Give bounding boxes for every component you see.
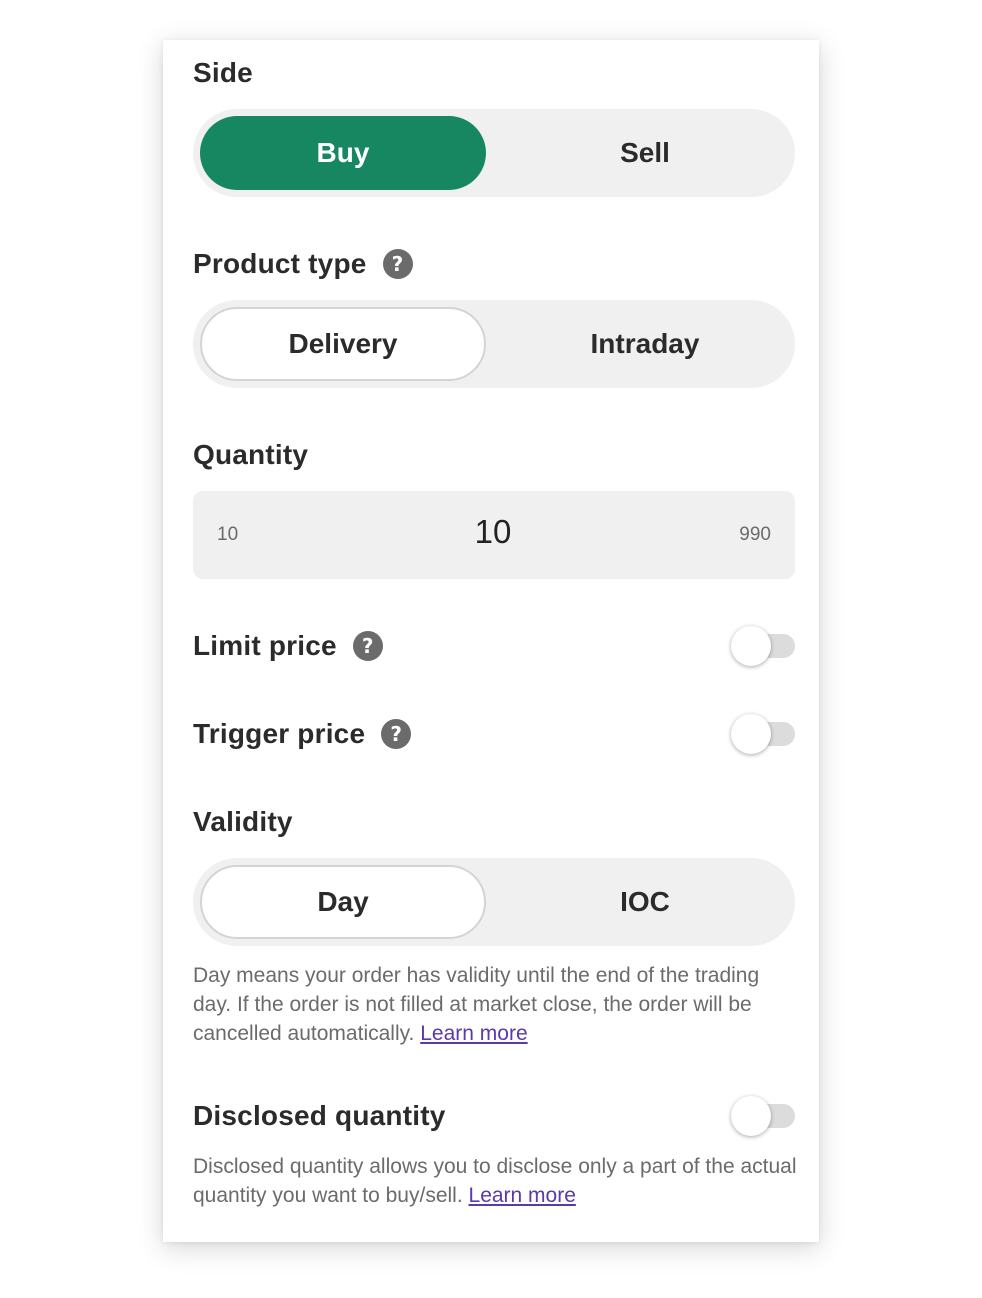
quantity-min: 10 (217, 524, 239, 545)
disclosed-quantity-description: Disclosed quantity allows you to disclos… (193, 1152, 803, 1210)
product-type-label: Product type (193, 248, 367, 279)
validity-title: Validity (193, 806, 293, 838)
validity-learn-more-link[interactable]: Learn more (420, 1022, 527, 1045)
toggle-knob (731, 1096, 771, 1136)
disclosed-quantity-toggle[interactable] (731, 1096, 795, 1136)
toggle-knob (731, 626, 771, 666)
disclosed-quantity-title: Disclosed quantity (193, 1100, 446, 1132)
quantity-max: 990 (739, 524, 771, 545)
disclosed-quantity-label: Disclosed quantity (193, 1100, 446, 1131)
question-circle-icon[interactable]: ? (352, 631, 383, 661)
disclosed-quantity-learn-more-link[interactable]: Learn more (469, 1184, 576, 1207)
question-circle-icon[interactable]: ? (382, 249, 413, 279)
limit-price-toggle[interactable] (731, 626, 795, 666)
side-selector: Buy Sell (193, 109, 795, 197)
trigger-price-label: Trigger price (193, 718, 366, 749)
validity-label: Validity (193, 806, 293, 837)
trigger-price-toggle[interactable] (731, 714, 795, 754)
buy-button[interactable]: Buy (200, 116, 486, 190)
product-type-selector: Delivery Intraday (193, 300, 795, 388)
quantity-label: Quantity (193, 439, 309, 470)
intraday-button[interactable]: Intraday (502, 307, 788, 381)
validity-selector: Day IOC (193, 858, 795, 946)
product-type-title: Product type ? (193, 248, 413, 280)
delivery-button[interactable]: Delivery (200, 307, 486, 381)
limit-price-title: Limit price ? (193, 630, 383, 662)
sell-button[interactable]: Sell (502, 116, 788, 190)
trigger-price-title: Trigger price ? (193, 718, 412, 750)
side-label: Side (193, 57, 253, 88)
quantity-title: Quantity (193, 439, 308, 471)
side-title: Side (193, 57, 253, 89)
order-form-card: Side Buy Sell Product type ? Delivery In… (163, 40, 819, 1242)
quantity-field: 10 990 (193, 491, 795, 579)
question-circle-icon[interactable]: ? (381, 719, 412, 749)
day-button[interactable]: Day (200, 865, 486, 939)
quantity-input[interactable] (393, 513, 593, 551)
validity-description: Day means your order has validity until … (193, 961, 803, 1048)
ioc-button[interactable]: IOC (502, 865, 788, 939)
toggle-knob (731, 714, 771, 754)
limit-price-label: Limit price (193, 630, 337, 661)
